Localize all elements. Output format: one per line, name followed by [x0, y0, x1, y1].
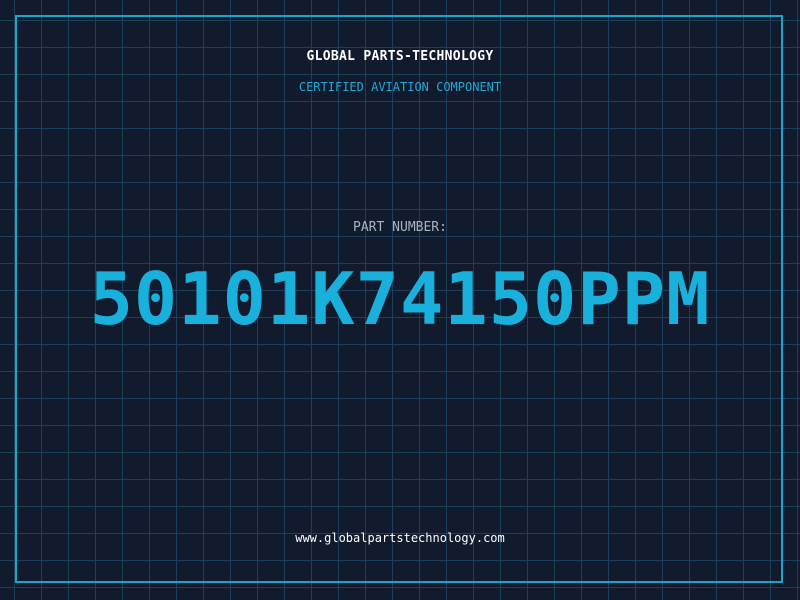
company-name: GLOBAL PARTS-TECHNOLOGY	[306, 49, 494, 64]
certification-subtitle: CERTIFIED AVIATION COMPONENT	[298, 80, 502, 94]
part-number-label: PART NUMBER:	[353, 220, 447, 235]
website-url: www.globalpartstechnology.com	[295, 531, 505, 545]
part-card: GLOBAL PARTS-TECHNOLOGY CERTIFIED AVIATI…	[0, 0, 800, 600]
part-number-value: 50101K74150PPM	[89, 257, 711, 341]
